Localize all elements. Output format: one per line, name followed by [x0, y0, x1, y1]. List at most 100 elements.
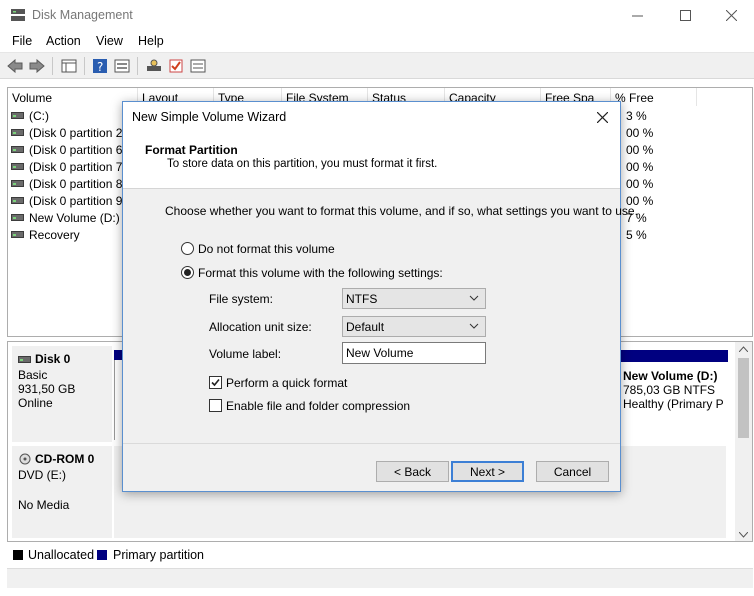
quick-format-label[interactable]: Perform a quick format — [226, 376, 347, 390]
dialog-subheading: To store data on this partition, you mus… — [167, 158, 438, 170]
col-percent-free[interactable]: % Free — [611, 88, 697, 106]
dialog-close-button[interactable] — [590, 105, 614, 129]
close-button[interactable] — [708, 0, 754, 30]
cdrom-0-label[interactable]: CD-ROM 0 DVD (E:) No Media — [12, 446, 112, 538]
disk-0-status: Online — [18, 396, 53, 410]
new-volume-status: Healthy (Primary P — [623, 397, 724, 411]
graphical-view-scrollbar[interactable] — [735, 342, 752, 541]
radio-do-not-format-label[interactable]: Do not format this volume — [198, 242, 335, 256]
volume-row[interactable]: (Disk 0 partition 7) — [11, 158, 126, 175]
volume-name: (Disk 0 partition 2) — [29, 125, 127, 140]
new-volume-partition[interactable]: New Volume (D:) 785,03 GB NTFS Healthy (… — [620, 362, 728, 440]
volume-row[interactable]: (Disk 0 partition 6) — [11, 141, 126, 158]
back-wizard-button[interactable]: < Back — [376, 461, 449, 482]
help-button[interactable]: ? — [91, 57, 109, 75]
forward-button[interactable] — [28, 57, 46, 75]
radio-format-volume[interactable] — [181, 266, 194, 279]
percent-free-cell: 00 % — [626, 126, 654, 140]
cdrom-icon — [19, 453, 31, 465]
help-icon: ? — [93, 59, 107, 74]
radio-format-volume-label[interactable]: Format this volume with the following se… — [198, 266, 443, 280]
show-hide-console-tree-button[interactable] — [60, 57, 78, 75]
toolbar: ? — [0, 52, 754, 79]
legend-unallocated: Unallocated — [28, 548, 95, 562]
volume-row[interactable]: (C:) — [11, 107, 49, 124]
compression-checkbox[interactable] — [209, 399, 222, 412]
dialog-header: Format Partition To store data on this p… — [123, 132, 620, 189]
minimize-button[interactable] — [614, 0, 660, 30]
allocation-unit-size-dropdown[interactable]: Default — [342, 316, 486, 337]
volume-row[interactable]: Recovery — [11, 226, 80, 243]
legend: Unallocated Primary partition — [7, 545, 753, 567]
volume-icon — [11, 231, 24, 238]
volume-label-input[interactable]: New Volume — [342, 342, 486, 364]
volume-icon — [11, 180, 24, 187]
volume-name: (Disk 0 partition 9) — [29, 193, 127, 208]
col-volume[interactable]: Volume — [8, 88, 138, 106]
back-button[interactable] — [6, 57, 24, 75]
volume-name: (Disk 0 partition 8) — [29, 176, 127, 191]
properties-button[interactable] — [113, 57, 131, 75]
forward-arrow-icon — [29, 59, 45, 73]
volume-icon — [11, 129, 24, 136]
percent-free-cell: 00 % — [626, 143, 654, 157]
quick-format-checkbox[interactable] — [209, 376, 222, 389]
back-arrow-icon — [7, 59, 23, 73]
new-volume-name: New Volume (D:) — [623, 369, 718, 383]
maximize-icon — [679, 9, 691, 21]
volume-row[interactable]: (Disk 0 partition 2) — [11, 124, 126, 141]
console-tree-icon — [61, 59, 77, 73]
volume-icon — [11, 146, 24, 153]
properties-icon — [114, 59, 130, 73]
volume-name: Recovery — [29, 227, 80, 242]
maximize-button[interactable] — [662, 0, 708, 30]
file-system-dropdown[interactable]: NTFS — [342, 288, 486, 309]
compression-label[interactable]: Enable file and folder compression — [226, 399, 410, 413]
unallocated-swatch — [13, 550, 23, 560]
dialog-title: New Simple Volume Wizard — [132, 110, 287, 124]
volume-row[interactable]: (Disk 0 partition 8) — [11, 175, 126, 192]
cancel-button[interactable]: Cancel — [536, 461, 609, 482]
scroll-up-icon[interactable] — [739, 346, 748, 352]
check-icon — [169, 59, 183, 73]
volume-name: (Disk 0 partition 7) — [29, 159, 127, 174]
volume-name: New Volume (D:) — [29, 210, 120, 225]
cdrom-0-name: CD-ROM 0 — [35, 452, 95, 466]
disk-0-name: Disk 0 — [35, 352, 71, 366]
volume-row[interactable]: New Volume (D:) — [11, 209, 120, 226]
window-title: Disk Management — [32, 8, 133, 22]
radio-do-not-format[interactable] — [181, 242, 194, 255]
scrollbar-thumb[interactable] — [738, 358, 749, 438]
disk-0-type: Basic — [18, 368, 48, 382]
new-volume-color-bar — [620, 350, 728, 362]
title-bar: Disk Management — [0, 0, 754, 30]
volume-name: (Disk 0 partition 6) — [29, 142, 127, 157]
new-simple-volume-wizard-dialog: New Simple Volume Wizard Format Partitio… — [122, 101, 638, 492]
volume-row[interactable]: (Disk 0 partition 9) — [11, 192, 126, 209]
disk-icon — [18, 355, 31, 363]
list-view-button[interactable] — [189, 57, 207, 75]
menu-action[interactable]: Action — [46, 34, 81, 48]
check-button[interactable] — [167, 57, 185, 75]
cdrom-0-drive: DVD (E:) — [18, 468, 66, 482]
menu-view[interactable]: View — [96, 34, 123, 48]
file-system-value: NTFS — [346, 292, 378, 306]
scroll-down-icon[interactable] — [739, 532, 748, 538]
disk-0-label[interactable]: Disk 0 Basic 931,50 GB Online — [12, 346, 112, 442]
next-button[interactable]: Next > — [451, 461, 524, 482]
dialog-divider — [123, 443, 620, 444]
allocation-unit-size-value: Default — [346, 320, 385, 334]
percent-free-cell: 3 % — [626, 109, 647, 123]
dialog-title-bar: New Simple Volume Wizard — [123, 102, 620, 132]
primary-partition-swatch — [97, 550, 107, 560]
close-icon — [725, 9, 737, 21]
rescan-disks-button[interactable] — [145, 57, 163, 75]
cdrom-0-media: No Media — [18, 498, 70, 512]
legend-primary-partition: Primary partition — [113, 548, 204, 562]
disk-management-app-icon — [11, 9, 25, 21]
menu-help[interactable]: Help — [138, 34, 164, 48]
list-view-icon — [190, 59, 206, 73]
menu-file[interactable]: File — [12, 34, 32, 48]
close-icon — [596, 111, 608, 123]
percent-free-cell: 00 % — [626, 160, 654, 174]
